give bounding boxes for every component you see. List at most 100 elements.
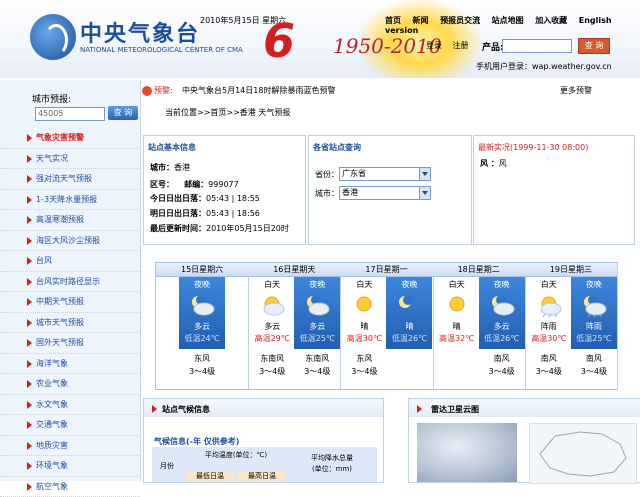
product-search-button[interactable]: 查 询 bbox=[578, 38, 610, 54]
sidebar-item-label: 台风 bbox=[36, 256, 52, 265]
sidebar-item-3[interactable]: 1-3天降水量预报 bbox=[0, 190, 140, 211]
radar-panel-header: 雷达卫星云图 bbox=[409, 399, 640, 417]
sidebar-item-10[interactable]: 国外天气预报 bbox=[0, 333, 140, 354]
arrow-right-icon bbox=[27, 442, 32, 450]
chevron-down-icon[interactable] bbox=[419, 187, 430, 199]
climate-info-panel: 站点气候信息 气候信息(-年 仅供参考) 月份 平均温度(单位：℃) 最低日温 … bbox=[143, 398, 384, 483]
forecast-night: 夜晚晴低温26℃ bbox=[386, 277, 432, 388]
sidebar-item-label: 高温寒潮预报 bbox=[36, 215, 84, 224]
mobile-login-link[interactable]: 手机用户登录：wap.weather.gov.cn bbox=[476, 61, 612, 72]
cma-logo-icon[interactable] bbox=[30, 14, 76, 60]
sidebar-item-label: 海区大风沙尘预报 bbox=[36, 236, 100, 245]
sidebar-item-7[interactable]: 台风实时路径显示 bbox=[0, 272, 140, 293]
city-select[interactable]: 香港 bbox=[339, 186, 431, 200]
forecast-wind-force: 3～4级 bbox=[294, 366, 340, 377]
china-map-outline-icon bbox=[530, 424, 636, 483]
sidebar-item-12[interactable]: 农业气象 bbox=[0, 374, 140, 395]
arrow-right-icon bbox=[27, 175, 32, 183]
forecast-weather: 阵雨 bbox=[571, 321, 617, 332]
radar-map-image[interactable] bbox=[529, 423, 637, 484]
sidebar-item-17[interactable]: 航空气象 bbox=[0, 477, 140, 497]
station-zone-row: 区号： 邮编：999077 bbox=[150, 179, 239, 190]
arrow-right-icon bbox=[27, 401, 32, 409]
alert-bar: 预警: 中央气象台5月14日18时解除暴雨蓝色预警 更多预警 bbox=[142, 84, 640, 98]
alert-text-link[interactable]: 中央气象台5月14日18时解除暴雨蓝色预警 bbox=[182, 84, 335, 98]
sidebar-item-label: 环境气象 bbox=[36, 461, 68, 470]
forecast-day-label: 白天 bbox=[341, 279, 387, 290]
breadcrumb[interactable]: 当前位置>>首页>>香港 天气预报 bbox=[165, 107, 290, 118]
anniversary-60-logo: 6 bbox=[263, 18, 295, 64]
radar-satellite-panel: 雷达卫星云图 bbox=[408, 398, 640, 483]
climate-col-precip-unit: (单位：mm) bbox=[292, 464, 372, 474]
sidebar-item-label: 天气实况 bbox=[36, 154, 68, 163]
sidebar-item-1[interactable]: 天气实况 bbox=[0, 149, 140, 170]
forecast-day-label: 白天 bbox=[249, 279, 295, 290]
climate-col-min: 最低日温 bbox=[186, 471, 234, 481]
forecast-day-label: 白天 bbox=[434, 279, 480, 290]
province-select[interactable]: 广东省 bbox=[339, 167, 431, 181]
forecast-temp: 高温29℃ bbox=[249, 333, 295, 344]
nav-sitemap-link[interactable]: 站点地图 bbox=[492, 16, 524, 25]
forecast-night-label: 夜晚 bbox=[294, 279, 340, 290]
arrow-right-icon bbox=[27, 462, 32, 470]
nav-news-link[interactable]: 新闻 bbox=[413, 16, 429, 25]
satellite-cloud-image[interactable] bbox=[417, 423, 517, 482]
climate-panel-header: 站点气候信息 bbox=[144, 399, 383, 417]
forecast-day-label: 白天 bbox=[526, 279, 572, 290]
forecast-temp: 低温25℃ bbox=[571, 333, 617, 344]
sidebar-item-15[interactable]: 地质灾害 bbox=[0, 436, 140, 457]
forecast-weather: 多云 bbox=[479, 321, 525, 332]
sidebar-item-14[interactable]: 交通气象 bbox=[0, 415, 140, 436]
forecast-wind: 东风 bbox=[179, 353, 225, 364]
forecast-wind: 南风 bbox=[526, 353, 572, 364]
forecast-date: 16日星期天 bbox=[248, 263, 340, 277]
nav-home-link[interactable]: 首页 bbox=[385, 16, 401, 25]
forecast-day: 白天多云高温29℃东南风3～4级 bbox=[249, 277, 295, 388]
arrow-right-icon bbox=[27, 421, 32, 429]
climate-col-month: 月份 bbox=[154, 461, 180, 471]
sidebar-item-label: 农业气象 bbox=[36, 379, 68, 388]
forecast-wind-force: 3～4级 bbox=[571, 366, 617, 377]
product-label: 产品: bbox=[482, 40, 504, 53]
nav-forecaster-link[interactable]: 预报员交流 bbox=[440, 16, 480, 25]
forecast-weather: 多云 bbox=[179, 321, 225, 332]
sidebar-item-6[interactable]: 台风 bbox=[0, 251, 140, 272]
product-search-input[interactable] bbox=[502, 39, 572, 53]
forecast-date: 15日星期六 bbox=[156, 263, 248, 277]
sidebar-item-16[interactable]: 环境气象 bbox=[0, 456, 140, 477]
chevron-down-icon[interactable] bbox=[419, 168, 430, 180]
city-forecast-input[interactable]: 45005 bbox=[35, 107, 105, 121]
city-forecast-button[interactable]: 查 询 bbox=[108, 106, 138, 120]
arrow-right-icon bbox=[417, 405, 422, 413]
arrow-right-icon bbox=[27, 216, 32, 224]
forecast-night-label: 夜晚 bbox=[386, 279, 432, 290]
forecast-temp: 低温26℃ bbox=[386, 333, 432, 344]
more-alerts-link[interactable]: 更多预警 bbox=[560, 84, 592, 98]
arrow-right-icon bbox=[27, 278, 32, 286]
login-link[interactable]: 登录 bbox=[426, 41, 442, 50]
sidebar-item-label: 台风实时路径显示 bbox=[36, 277, 100, 286]
site-header: 中央气象台 NATIONAL METEOROLOGICAL CENTER OF … bbox=[0, 0, 640, 78]
sidebar-item-4[interactable]: 高温寒潮预报 bbox=[0, 210, 140, 231]
radar-panel-title: 雷达卫星云图 bbox=[431, 404, 479, 415]
sidebar-item-9[interactable]: 城市天气预报 bbox=[0, 313, 140, 334]
forecast-wind-force: 3～4级 bbox=[179, 366, 225, 377]
arrow-right-icon bbox=[27, 237, 32, 245]
arrow-right-icon bbox=[27, 339, 32, 347]
sidebar-item-11[interactable]: 海洋气象 bbox=[0, 354, 140, 375]
site-name-cn[interactable]: 中央气象台 bbox=[80, 16, 200, 48]
register-link[interactable]: 注册 bbox=[453, 41, 469, 50]
forecast-night: 夜晚多云低温26℃南风3～4级 bbox=[479, 277, 525, 388]
arrow-right-icon bbox=[27, 155, 32, 163]
sidebar-item-0[interactable]: 气象灾害预警 bbox=[0, 128, 140, 149]
sidebar-item-2[interactable]: 强对流天气预报 bbox=[0, 169, 140, 190]
sidebar-item-13[interactable]: 水文气象 bbox=[0, 395, 140, 416]
sidebar-item-label: 海洋气象 bbox=[36, 359, 68, 368]
cloudy-night-icon bbox=[188, 293, 216, 317]
climate-subtitle: 气候信息(-年 仅供参考) bbox=[154, 436, 239, 447]
forecast-weather: 晴 bbox=[341, 321, 387, 332]
sidebar-item-8[interactable]: 中期天气预报 bbox=[0, 292, 140, 313]
sidebar-item-5[interactable]: 海区大风沙尘预报 bbox=[0, 231, 140, 252]
forecast-date: 18日星期二 bbox=[433, 263, 525, 277]
nav-favorite-link[interactable]: 加入收藏 bbox=[535, 16, 567, 25]
